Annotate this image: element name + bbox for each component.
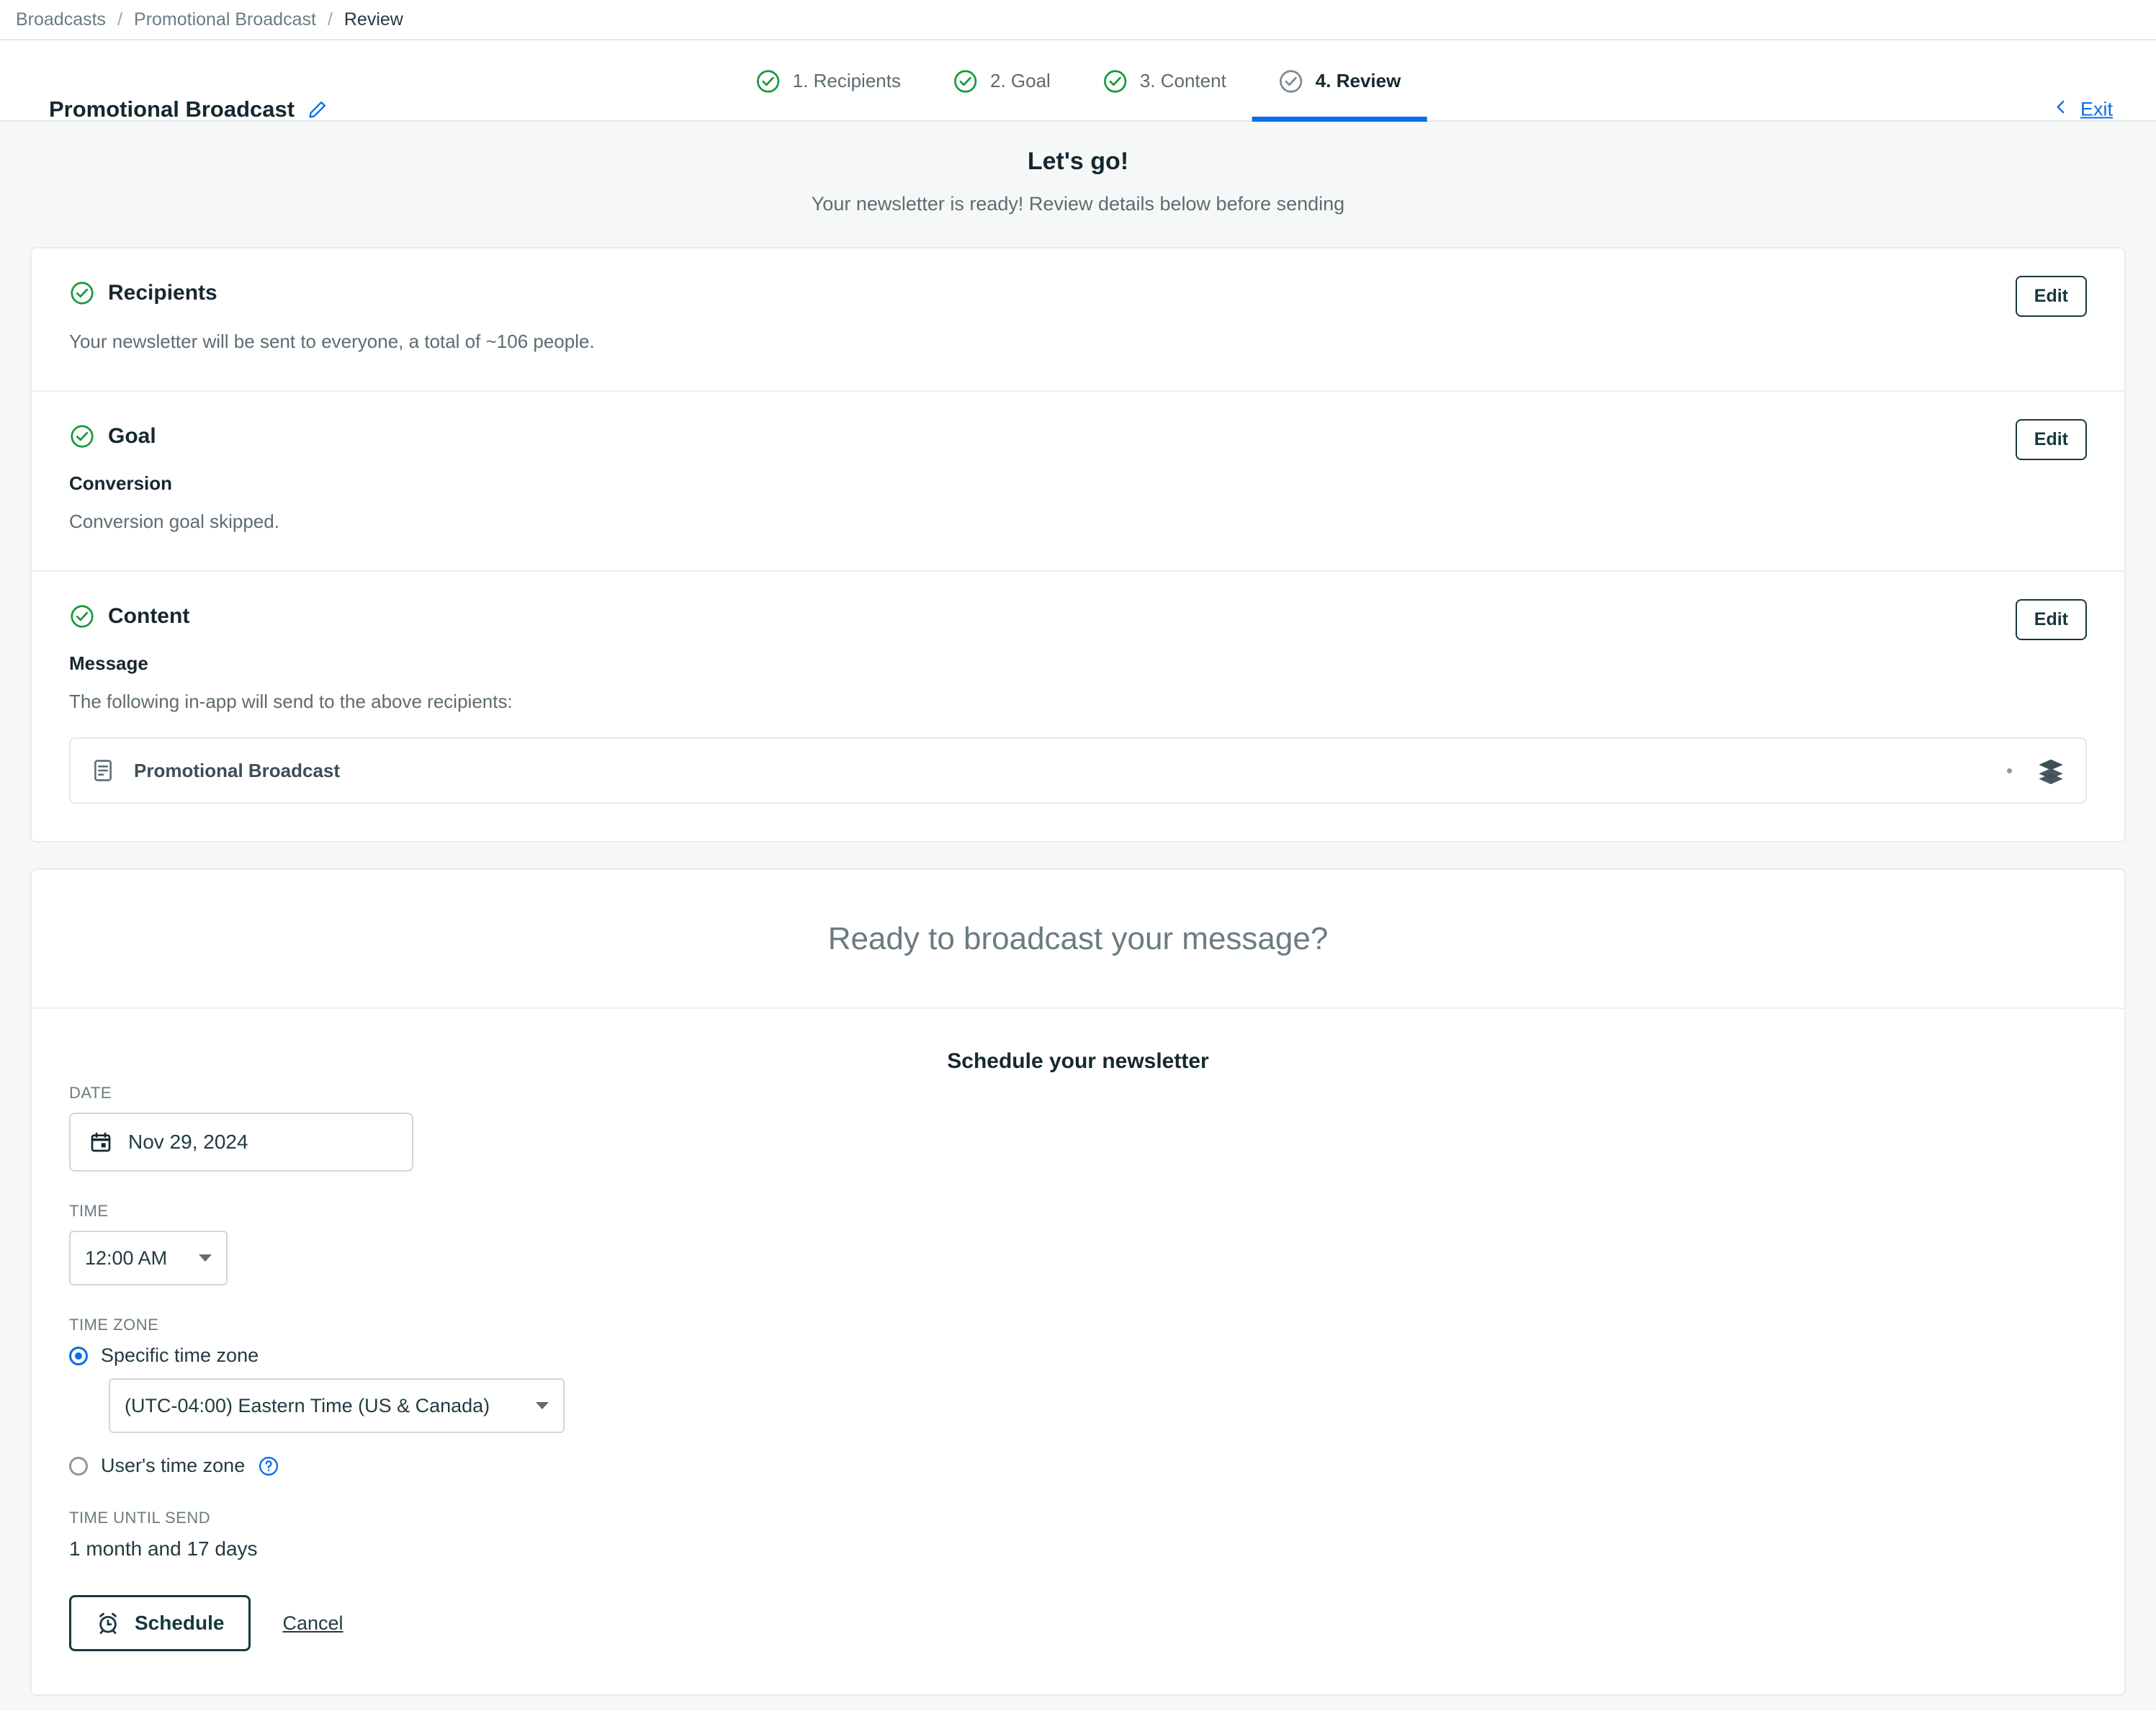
broadcast-heading: Ready to broadcast your message? [827, 920, 1329, 956]
section-title: Content [108, 604, 190, 628]
section-header: Recipients [69, 280, 2087, 306]
date-input[interactable]: Nov 29, 2024 [69, 1113, 413, 1172]
review-card: Recipients Edit Your newsletter will be … [30, 247, 2126, 843]
time-select[interactable]: 12:00 AM [69, 1231, 228, 1285]
breadcrumb-separator: / [117, 9, 123, 30]
message-row-trailing [2007, 756, 2065, 785]
check-circle-icon [69, 603, 95, 629]
step-review[interactable]: 4. Review [1252, 40, 1427, 122]
date-label: DATE [69, 1084, 112, 1102]
edit-content-button[interactable]: Edit [2015, 599, 2087, 640]
time-until-send-label: TIME UNTIL SEND [69, 1509, 211, 1527]
date-value: Nov 29, 2024 [128, 1131, 248, 1153]
time-value: 12:00 AM [85, 1247, 168, 1269]
check-circle-icon [1102, 68, 1128, 94]
in-app-message-icon [91, 758, 115, 783]
breadcrumb-separator: / [327, 9, 333, 30]
section-title: Recipients [108, 281, 217, 305]
exit-label: Exit [2080, 98, 2113, 120]
step-label: 4. Review [1315, 70, 1401, 91]
broadcast-card: Ready to broadcast your message? Schedul… [30, 868, 2126, 1696]
header-title-group: Promotional Broadcast [49, 96, 328, 122]
hero-subtitle: Your newsletter is ready! Review details… [811, 193, 1345, 215]
chevron-left-icon [2052, 98, 2070, 122]
check-circle-icon [69, 280, 95, 306]
exit-button[interactable]: Exit [2052, 98, 2113, 122]
user-timezone-label: User's time zone [101, 1455, 246, 1476]
section-header: Goal [69, 423, 2087, 449]
check-circle-icon [953, 68, 979, 94]
section-content: Content Edit Message The following in-ap… [32, 570, 2124, 841]
chevron-down-icon [536, 1402, 549, 1409]
goal-sub-label: Conversion [69, 472, 173, 494]
time-until-send-value: 1 month and 17 days [69, 1537, 258, 1560]
step-recipients[interactable]: 1. Recipients [729, 40, 927, 122]
time-label: TIME [69, 1202, 109, 1220]
alarm-clock-icon [96, 1611, 120, 1635]
recipients-detail: Your newsletter will be sent to everyone… [69, 331, 595, 352]
timezone-label: TIME ZONE [69, 1316, 159, 1334]
section-recipients: Recipients Edit Your newsletter will be … [32, 248, 2124, 390]
layers-icon[interactable] [2036, 756, 2065, 785]
breadcrumb-item-promotional-broadcast[interactable]: Promotional Broadcast [134, 9, 316, 30]
check-circle-icon [755, 68, 781, 94]
hero-title: Let's go! [1027, 148, 1129, 175]
hero-section: Let's go! Your newsletter is ready! Revi… [0, 122, 2156, 215]
cancel-link[interactable]: Cancel [282, 1612, 343, 1635]
edit-recipients-button[interactable]: Edit [2015, 276, 2087, 317]
step-label: 3. Content [1139, 70, 1226, 91]
step-label: 2. Goal [989, 70, 1051, 91]
schedule-title: Schedule your newsletter [947, 1049, 1209, 1073]
calendar-icon [89, 1131, 112, 1154]
section-goal: Goal Edit Conversion Conversion goal ski… [32, 390, 2124, 570]
message-row[interactable]: Promotional Broadcast [69, 737, 2087, 804]
page-title: Promotional Broadcast [49, 96, 295, 122]
goal-detail: Conversion goal skipped. [69, 511, 279, 532]
specific-timezone-label: Specific time zone [101, 1344, 259, 1366]
check-circle-icon [1278, 68, 1304, 94]
breadcrumb-item-broadcasts[interactable]: Broadcasts [16, 9, 106, 30]
schedule-button[interactable]: Schedule [69, 1595, 251, 1651]
status-dot [2007, 768, 2012, 773]
section-header: Content [69, 603, 2087, 629]
wizard-steps: 1. Recipients 2. Goal 3. Content 4. Revi… [729, 40, 1427, 122]
timezone-select[interactable]: (UTC-04:00) Eastern Time (US & Canada) [109, 1378, 565, 1433]
timezone-value: (UTC-04:00) Eastern Time (US & Canada) [125, 1394, 490, 1416]
breadcrumb: Broadcasts / Promotional Broadcast / Rev… [0, 0, 2156, 40]
schedule-form: DATE Nov 29, 2024 TIME 12:00 AM TIME ZON… [32, 1084, 2124, 1694]
pencil-icon[interactable] [307, 99, 328, 120]
broadcast-heading-wrap: Ready to broadcast your message? [32, 870, 2124, 1009]
step-label: 1. Recipients [792, 70, 901, 91]
section-title: Goal [108, 424, 156, 448]
page-header: Promotional Broadcast 1. Recipients 2. G… [0, 40, 2156, 122]
specific-timezone-radio[interactable] [69, 1346, 88, 1365]
question-mark-icon[interactable] [258, 1455, 279, 1477]
step-content[interactable]: 3. Content [1077, 40, 1252, 122]
specific-timezone-option[interactable]: Specific time zone [69, 1344, 2087, 1367]
check-circle-icon [69, 423, 95, 449]
chevron-down-icon [199, 1254, 212, 1262]
edit-goal-button[interactable]: Edit [2015, 419, 2087, 460]
user-timezone-option[interactable]: User's time zone [69, 1455, 2087, 1477]
content-detail: The following in-app will send to the ab… [69, 691, 513, 712]
content-sub-label: Message [69, 652, 148, 674]
breadcrumb-item-review: Review [343, 9, 403, 30]
message-name: Promotional Broadcast [134, 759, 341, 781]
user-timezone-radio[interactable] [69, 1456, 88, 1476]
schedule-actions: Schedule Cancel [69, 1595, 2087, 1651]
schedule-button-label: Schedule [135, 1612, 225, 1634]
step-goal[interactable]: 2. Goal [927, 40, 1077, 122]
